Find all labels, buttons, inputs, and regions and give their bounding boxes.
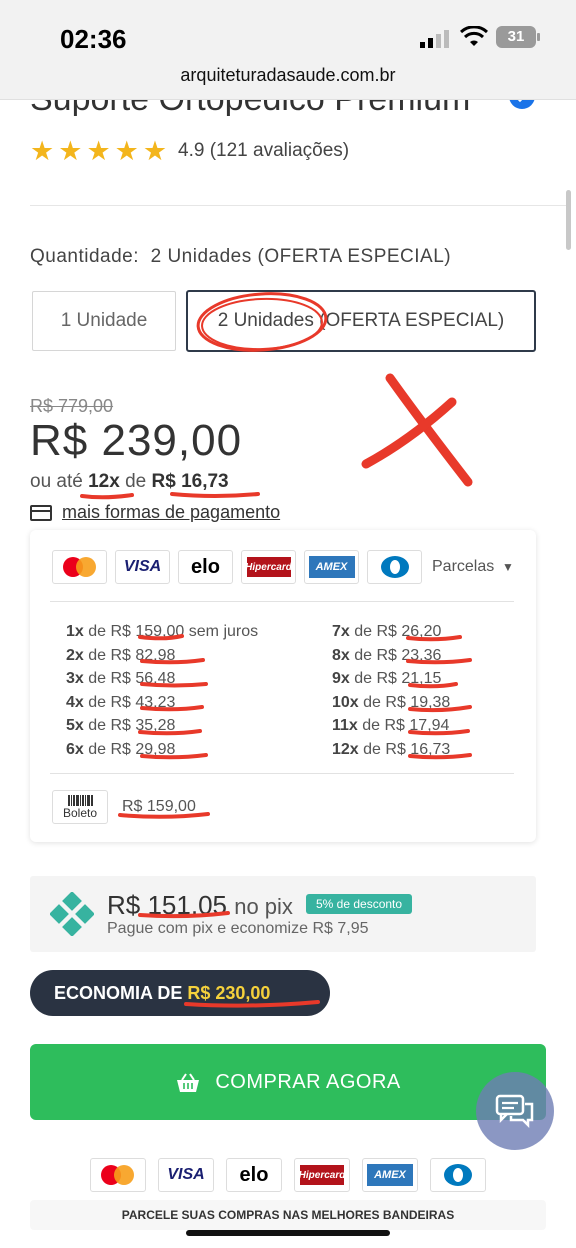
status-time: 02:36 — [60, 24, 127, 54]
status-bar: 02:36 31 — [0, 0, 576, 62]
quantity-selected: 2 Unidades (OFERTA ESPECIAL) — [150, 246, 452, 267]
payment-options-card: VISA elo Hipercard AMEX Parcelas ▼ 1x de… — [30, 530, 536, 842]
installment-row: 8x de R$ 23,36 — [332, 646, 442, 664]
rating-stars: ★ ★ ★ ★ ★ — [30, 136, 168, 166]
basket-icon — [177, 1073, 200, 1092]
annotation-x-mark — [385, 373, 473, 487]
installment-row: 12x de R$ 16,73 — [332, 740, 451, 758]
more-payment-options-link[interactable]: mais formas de pagamento — [30, 502, 280, 523]
installment-row: 6x de R$ 29,98 — [66, 740, 176, 758]
wifi-icon — [460, 26, 488, 46]
installment-row: 1x de R$ 159,00 sem juros — [66, 623, 259, 640]
caret-down-icon[interactable]: ▼ — [502, 560, 514, 574]
pix-discount-badge: 5% de desconto — [306, 894, 413, 914]
savings-badge: ECONOMIA DE R$ 230,00 — [30, 970, 330, 1016]
installment-row: 5x de R$ 35,28 — [66, 717, 176, 734]
product-title: Suporte Ortopédico Premium — [30, 100, 470, 116]
amex-icon: AMEX — [304, 550, 359, 584]
visa-icon: VISA — [158, 1158, 214, 1192]
visa-icon: VISA — [115, 550, 170, 584]
star-icon: ★ — [114, 136, 139, 166]
footer-card-brands: VISA elo Hipercard AMEX — [90, 1158, 486, 1192]
chat-button[interactable] — [476, 1072, 554, 1150]
chat-icon — [495, 1094, 534, 1128]
battery-icon: 31 — [496, 26, 540, 48]
star-icon: ★ — [30, 136, 55, 166]
verified-icon — [509, 100, 535, 109]
installment-row: 11x de R$ 17,94 — [332, 717, 450, 734]
rating-text[interactable]: 4.9 (121 avaliações) — [178, 140, 349, 162]
current-price: R$ 239,00 — [30, 416, 243, 465]
credit-card-icon — [30, 504, 52, 521]
installment-row: 2x de R$ 82,98 — [66, 646, 176, 664]
installment-row: 9x de R$ 21,15 — [332, 670, 442, 687]
star-icon: ★ — [58, 136, 83, 166]
divider — [50, 601, 514, 602]
installment-row: 7x de R$ 26,20 — [332, 623, 442, 640]
installment-summary: ou até 12x de R$ 16,73 — [30, 471, 229, 492]
amex-icon: AMEX — [362, 1158, 418, 1192]
hipercard-icon: Hipercard — [241, 550, 296, 584]
mastercard-icon — [90, 1158, 146, 1192]
pix-offer: R$ 151,05 no pix 5% de desconto Pague co… — [30, 876, 536, 952]
hipercard-icon: Hipercard — [294, 1158, 350, 1192]
quantity-option-2[interactable]: 2 Unidades (OFERTA ESPECIAL) — [186, 290, 536, 352]
url-bar[interactable]: arquiteturadasaude.com.br — [0, 62, 576, 100]
boleto-icon: Boleto — [52, 790, 108, 824]
star-icon: ★ — [86, 136, 111, 166]
buy-now-button[interactable]: COMPRAR AGORA — [30, 1044, 546, 1120]
footer-banner: PARCELE SUAS COMPRAS NAS MELHORES BANDEI… — [30, 1200, 546, 1230]
parcelas-dropdown[interactable]: Parcelas — [432, 558, 494, 576]
installment-row: 4x de R$ 43,23 — [66, 693, 176, 711]
star-icon: ★ — [142, 136, 168, 166]
home-indicator[interactable] — [186, 1230, 390, 1236]
annotation-underline — [80, 493, 134, 500]
card-brands: VISA elo Hipercard AMEX — [52, 550, 422, 584]
mastercard-icon — [52, 550, 107, 584]
installment-row: 10x de R$ 19,38 — [332, 693, 451, 711]
old-price: R$ 779,00 — [30, 396, 114, 416]
divider — [50, 773, 514, 774]
installments-right: 7x de R$ 26,20 8x de R$ 23,36 9x de R$ 2… — [332, 620, 450, 761]
quantity-label: Quantidade: 2 Unidades (OFERTA ESPECIAL) — [30, 246, 452, 267]
scrollbar[interactable] — [566, 190, 571, 250]
quantity-option-1[interactable]: 1 Unidade — [32, 291, 176, 351]
pix-price: R$ 151,05 no pix — [107, 890, 293, 920]
product-title-clip: Suporte Ortopédico Premium — [0, 100, 576, 116]
boleto-price: R$ 159,00 — [122, 798, 196, 815]
diners-icon — [367, 550, 422, 584]
signal-icon — [420, 30, 449, 48]
diners-icon — [430, 1158, 486, 1192]
elo-icon: elo — [226, 1158, 282, 1192]
elo-icon: elo — [178, 550, 233, 584]
installments-left: 1x de R$ 159,00 sem juros 2x de R$ 82,98… — [66, 620, 258, 761]
pix-subtitle: Pague com pix e economize R$ 7,95 — [107, 920, 369, 937]
pix-icon — [50, 892, 94, 936]
divider — [30, 205, 566, 206]
installment-row: 3x de R$ 56,48 — [66, 670, 176, 687]
